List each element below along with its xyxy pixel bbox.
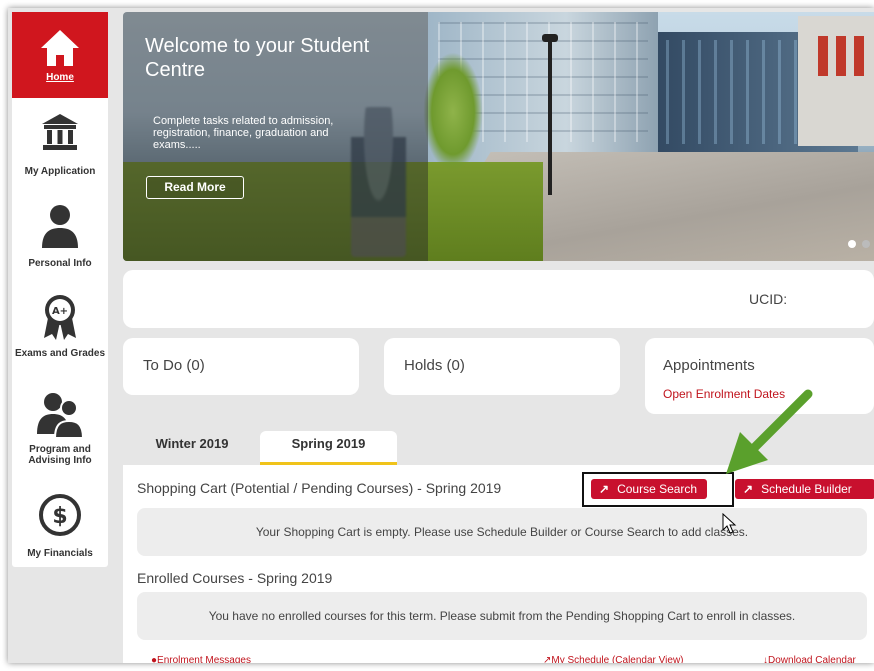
- sidebar-item-label: Program and Advising Info: [28, 444, 92, 466]
- annotation-highlight-box: [582, 472, 734, 507]
- tab-winter-2019[interactable]: Winter 2019: [144, 431, 240, 465]
- schedule-builder-label: Schedule Builder: [761, 482, 852, 496]
- holds-title: Holds (0): [404, 357, 465, 374]
- hero-subtitle: Complete tasks related to admission, reg…: [153, 115, 334, 151]
- read-more-button[interactable]: Read More: [146, 176, 244, 199]
- grade-medal-icon: A+: [44, 295, 76, 340]
- institution-icon: [42, 114, 78, 150]
- shopping-cart-title: Shopping Cart (Potential / Pending Cours…: [137, 480, 502, 496]
- home-icon: [41, 30, 79, 66]
- annotation-arrow-icon: [726, 389, 813, 474]
- enrolled-courses-title: Enrolled Courses - Spring 2019: [137, 570, 333, 586]
- sidebar-item-home[interactable]: Home: [12, 12, 108, 98]
- download-calendar-link[interactable]: ↓ Download Calendar: [763, 655, 856, 663]
- mouse-cursor-icon: [722, 513, 737, 534]
- sidebar-item-exams-and-grades[interactable]: A+ Exams and Grades: [12, 292, 108, 359]
- svg-text:A+: A+: [52, 306, 68, 317]
- person-icon: [42, 205, 78, 248]
- my-schedule-link[interactable]: ↗ My Schedule (Calendar View): [543, 655, 684, 663]
- todo-card[interactable]: To Do (0): [123, 338, 359, 395]
- sidebar-item-personal-info[interactable]: Personal Info: [12, 202, 108, 269]
- sidebar-item-label: My Financials: [27, 548, 93, 559]
- page-frame: Home My Application Personal Info A+ Exa…: [8, 8, 874, 663]
- sidebar-item-label: Exams and Grades: [14, 348, 106, 359]
- carousel-dot[interactable]: [848, 240, 856, 248]
- todo-title: To Do (0): [143, 357, 205, 374]
- sidebar-item-my-application[interactable]: My Application: [12, 110, 108, 177]
- dollar-icon: $: [39, 494, 81, 536]
- sidebar-item-program-and-advising[interactable]: Program and Advising Info: [12, 390, 108, 466]
- svg-text:$: $: [52, 504, 67, 529]
- schedule-builder-button[interactable]: ↗ Schedule Builder: [735, 479, 874, 499]
- shopping-cart-empty-message: Your Shopping Cart is empty. Please use …: [137, 508, 867, 556]
- sidebar-item-label: Personal Info: [28, 258, 92, 269]
- appointments-title: Appointments: [663, 357, 755, 374]
- sidebar-item-label: Home: [46, 72, 74, 83]
- advising-people-icon: [37, 393, 85, 439]
- sidebar: Home My Application Personal Info A+ Exa…: [12, 12, 108, 567]
- external-link-icon: ↗: [743, 482, 754, 496]
- hero-title: Welcome to your Student Centre: [145, 35, 370, 81]
- sidebar-item-my-financials[interactable]: $ My Financials: [12, 492, 108, 559]
- hero-banner: Welcome to your Student Centre Complete …: [123, 12, 874, 261]
- carousel-dots: [842, 235, 870, 253]
- sidebar-item-label: My Application: [24, 166, 96, 177]
- enrolled-empty-message: You have no enrolled courses for this te…: [137, 592, 867, 640]
- enrolment-messages-link[interactable]: ● Enrolment Messages: [151, 655, 251, 663]
- tab-spring-2019[interactable]: Spring 2019: [260, 431, 397, 465]
- holds-card[interactable]: Holds (0): [384, 338, 620, 395]
- carousel-dot[interactable]: [862, 240, 870, 248]
- course-panel: Shopping Cart (Potential / Pending Cours…: [123, 465, 874, 663]
- ucid-card: UCID:: [123, 270, 874, 328]
- ucid-label: UCID:: [749, 291, 788, 307]
